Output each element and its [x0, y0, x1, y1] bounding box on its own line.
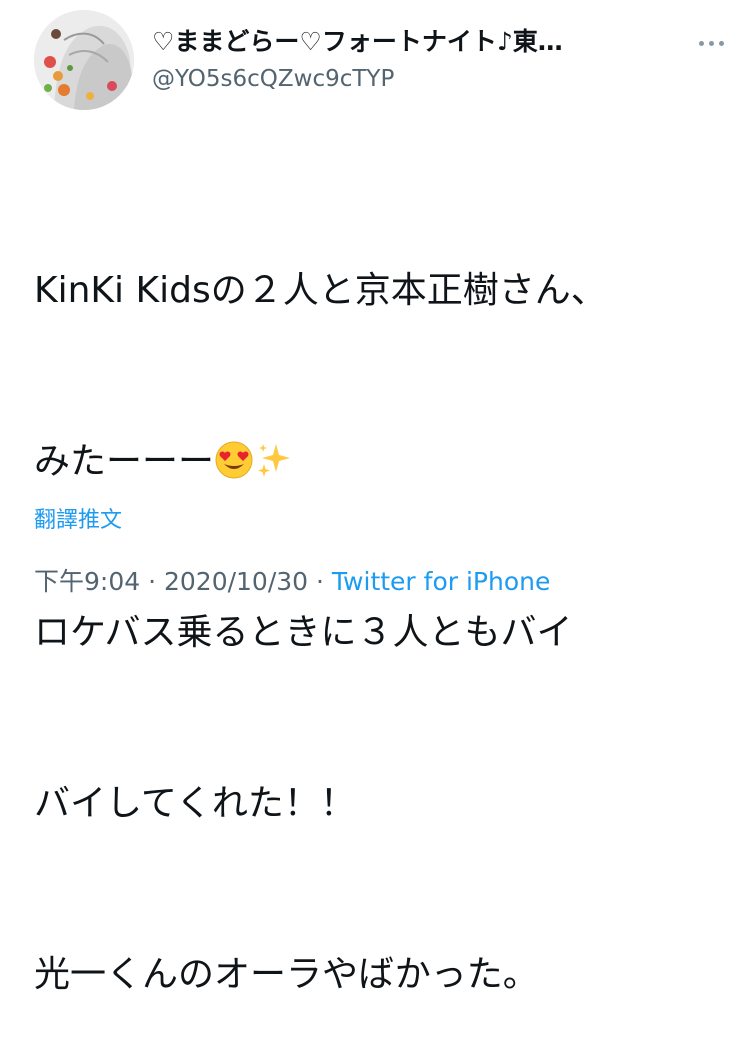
meta-separator: · — [140, 567, 164, 596]
tweet-metadata: 下午9:04 · 2020/10/30 · Twitter for iPhone — [34, 564, 550, 600]
more-dot — [718, 40, 724, 46]
author-handle[interactable]: @YO5s6cQZwc9cTYP — [152, 62, 394, 96]
avatar[interactable] — [34, 10, 134, 110]
more-dot — [698, 40, 704, 46]
avatar-illustration-icon — [34, 10, 134, 110]
more-dot — [708, 40, 714, 46]
author-display-name[interactable]: ♡ままどらー♡フォートナイト♪東… — [152, 24, 700, 60]
tweet-date[interactable]: 2020/10/30 — [164, 567, 308, 596]
tweet-line: 光一くんのオーラやばかった。 — [34, 954, 539, 995]
heart-eyes-emoji-icon — [215, 441, 253, 479]
tweet-line: ロケバス乗るときに３人ともバイ — [34, 612, 573, 653]
tweet-line: みたーーー — [34, 433, 724, 490]
tweet-header: ♡ままどらー♡フォートナイト♪東… @YO5s6cQZwc9cTYP — [34, 10, 734, 110]
tweet-line: KinKi Kidsの２人と京本正樹さん、 — [34, 270, 607, 311]
tweet-time[interactable]: 下午9:04 — [34, 567, 140, 596]
tweet-line: バイしてくれた！！ — [34, 783, 356, 824]
sparkles-emoji-icon — [258, 444, 291, 477]
meta-separator: · — [308, 567, 332, 596]
translate-tweet-link[interactable]: 翻譯推文 — [34, 506, 122, 536]
tweet-text: KinKi Kidsの２人と京本正樹さん、 みたーーー ロケバス乗るときに３人と… — [34, 148, 724, 1060]
more-options-icon[interactable] — [688, 26, 734, 60]
tweet-source-link[interactable]: Twitter for iPhone — [332, 567, 550, 596]
tweet-line-text: みたーーー — [34, 441, 215, 482]
